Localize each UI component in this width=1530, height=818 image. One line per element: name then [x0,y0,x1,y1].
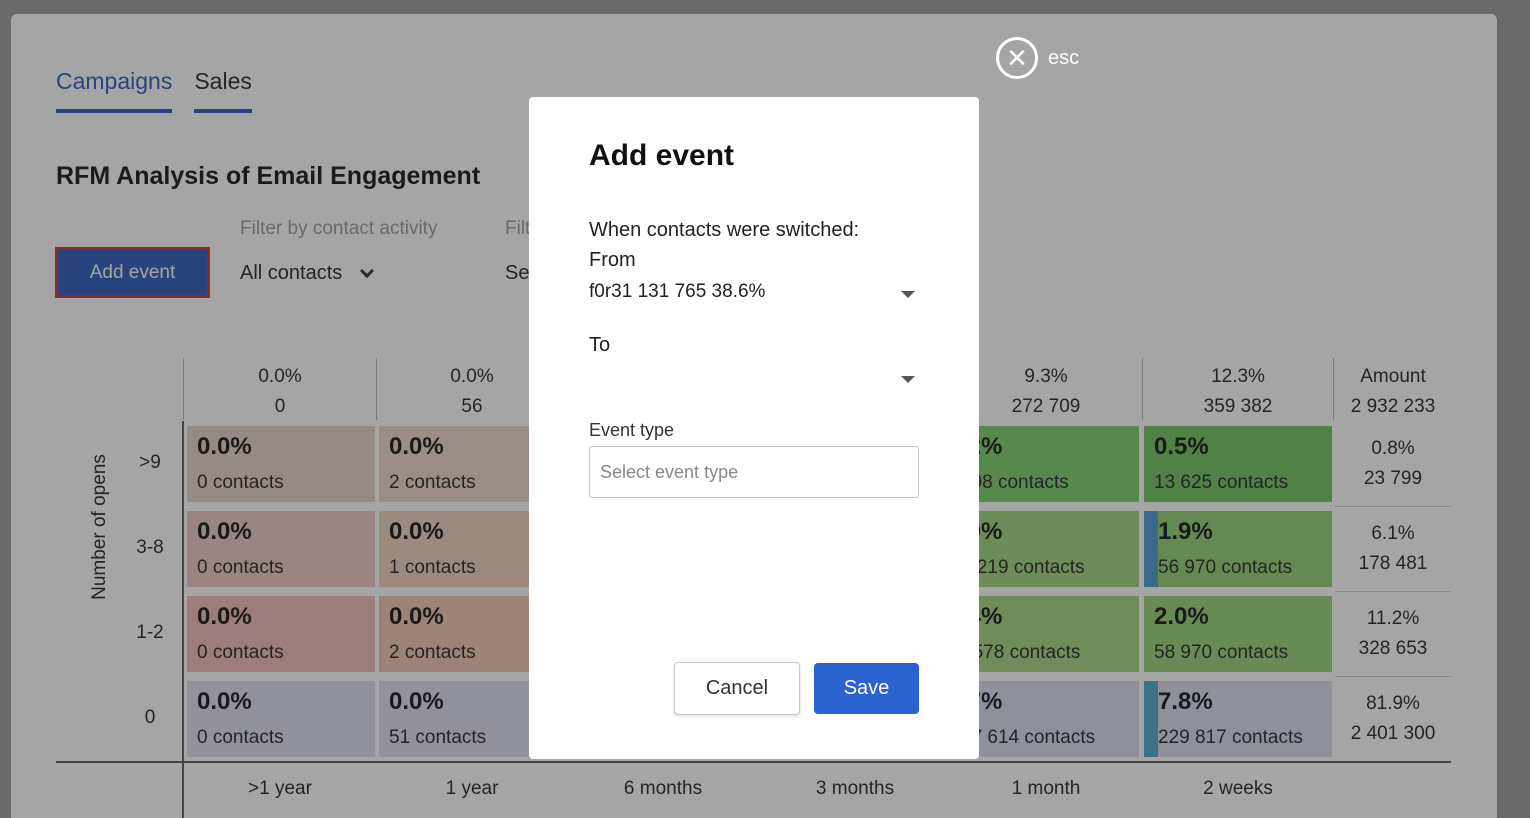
switched-text: When contacts were switched: [589,219,860,241]
caret-down-icon [901,376,915,383]
event-type-input[interactable] [589,446,919,498]
to-label: To [589,334,611,356]
add-event-modal: Add event When contacts were switched: F… [529,97,979,759]
cancel-button[interactable]: Cancel [674,662,800,715]
from-label: From [589,249,636,271]
from-select[interactable]: f0r31 131 765 38.6% [589,281,919,311]
from-select-value: f0r31 131 765 38.6% [589,281,766,302]
modal-title: Add event [589,139,735,172]
close-icon: ✕ [996,37,1038,79]
to-select[interactable] [589,366,919,396]
esc-close-button[interactable]: ✕ esc [996,37,1079,79]
esc-label: esc [1048,46,1080,69]
save-button[interactable]: Save [814,663,919,714]
event-type-label: Event type [589,420,675,440]
caret-down-icon [901,291,915,298]
